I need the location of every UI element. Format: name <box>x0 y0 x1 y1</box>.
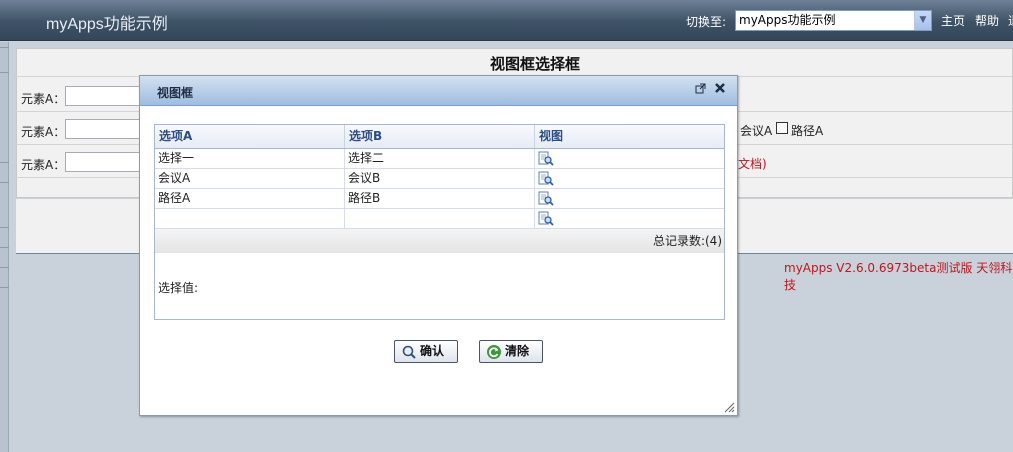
left-collapse-strip[interactable] <box>0 42 9 452</box>
column-header-option-b[interactable]: 选项B <box>345 125 535 148</box>
view-grid: 选项A 选项B 视图 选择一 选择二 会议A 会议B 路径A 路径B 总记录数:… <box>154 124 725 320</box>
app-switch-select[interactable]: myApps功能示例 ▼ <box>735 10 932 31</box>
checkbox-label-meeting: 会议A <box>740 124 773 138</box>
app-switch-value: myApps功能示例 <box>739 13 836 27</box>
selected-value-label: 选择值: <box>158 281 199 295</box>
element-a-input-1[interactable] <box>65 86 145 106</box>
page-title: 视图框选择框 <box>490 55 581 73</box>
switch-label: 切换至: <box>686 15 727 29</box>
version-footer: myApps V2.6.0.6973beta测试版 天翎科技 <box>784 261 1013 292</box>
cell-option-b: 路径B <box>345 189 535 208</box>
help-link[interactable]: 帮助 <box>975 12 999 29</box>
view-dialog: 视图框 选项A 选项B 视图 选择一 选择二 会议A 会议B 路径A 路径B 总… <box>139 75 738 416</box>
column-header-option-a[interactable]: 选项A <box>155 125 345 148</box>
top-bar: myApps功能示例 切换至: myApps功能示例 ▼ 主页 帮助 退 <box>0 0 1013 41</box>
element-a-input-2[interactable] <box>65 119 145 139</box>
checkbox-path[interactable] <box>776 122 788 134</box>
field-label-1: 元素A： <box>21 92 66 106</box>
cell-option-a: 路径A <box>155 189 345 208</box>
selected-value-area: 选择值: <box>155 253 724 319</box>
search-icon <box>401 344 417 360</box>
dialog-header: 视图框 <box>140 76 737 106</box>
cell-option-a: 选择一 <box>155 149 345 168</box>
view-magnifier-icon[interactable] <box>538 211 554 226</box>
record-count: 总记录数:(4) <box>155 229 724 253</box>
field-label-3: 元素A： <box>21 158 66 172</box>
table-row[interactable] <box>155 209 724 229</box>
clear-label: 清除 <box>505 344 530 358</box>
grid-header: 选项A 选项B 视图 <box>155 125 724 149</box>
resize-grip-icon[interactable] <box>724 402 735 413</box>
confirm-label: 确认 <box>420 344 445 358</box>
view-magnifier-icon[interactable] <box>538 151 554 166</box>
view-magnifier-icon[interactable] <box>538 191 554 206</box>
table-row[interactable]: 会议A 会议B <box>155 169 724 189</box>
view-cell <box>535 189 724 208</box>
logout-link[interactable]: 退 <box>1008 12 1013 29</box>
cell-option-b: 会议B <box>345 169 535 188</box>
clear-button[interactable]: 清除 <box>479 340 543 363</box>
checkbox-label-path: 路径A <box>791 124 824 138</box>
cell-option-b <box>345 209 535 228</box>
element-a-input-3[interactable] <box>65 152 145 172</box>
view-cell <box>535 169 724 188</box>
field-label-2: 元素A： <box>21 125 66 139</box>
view-cell <box>535 209 724 228</box>
column-header-view[interactable]: 视图 <box>535 125 724 148</box>
cell-option-a <box>155 209 345 228</box>
chevron-down-icon[interactable]: ▼ <box>914 11 931 30</box>
cell-option-b: 选择二 <box>345 149 535 168</box>
refresh-icon <box>486 344 502 360</box>
popout-icon[interactable] <box>695 83 706 97</box>
view-magnifier-icon[interactable] <box>538 171 554 186</box>
table-row[interactable]: 选择一 选择二 <box>155 149 724 169</box>
close-icon[interactable] <box>714 82 726 97</box>
view-cell <box>535 149 724 168</box>
document-link-partial[interactable]: 文档) <box>738 155 767 172</box>
table-row[interactable]: 路径A 路径B <box>155 189 724 209</box>
home-link[interactable]: 主页 <box>941 12 965 29</box>
confirm-button[interactable]: 确认 <box>394 340 458 363</box>
cell-option-a: 会议A <box>155 169 345 188</box>
app-title: myApps功能示例 <box>46 16 168 33</box>
dialog-title: 视图框 <box>157 86 194 100</box>
